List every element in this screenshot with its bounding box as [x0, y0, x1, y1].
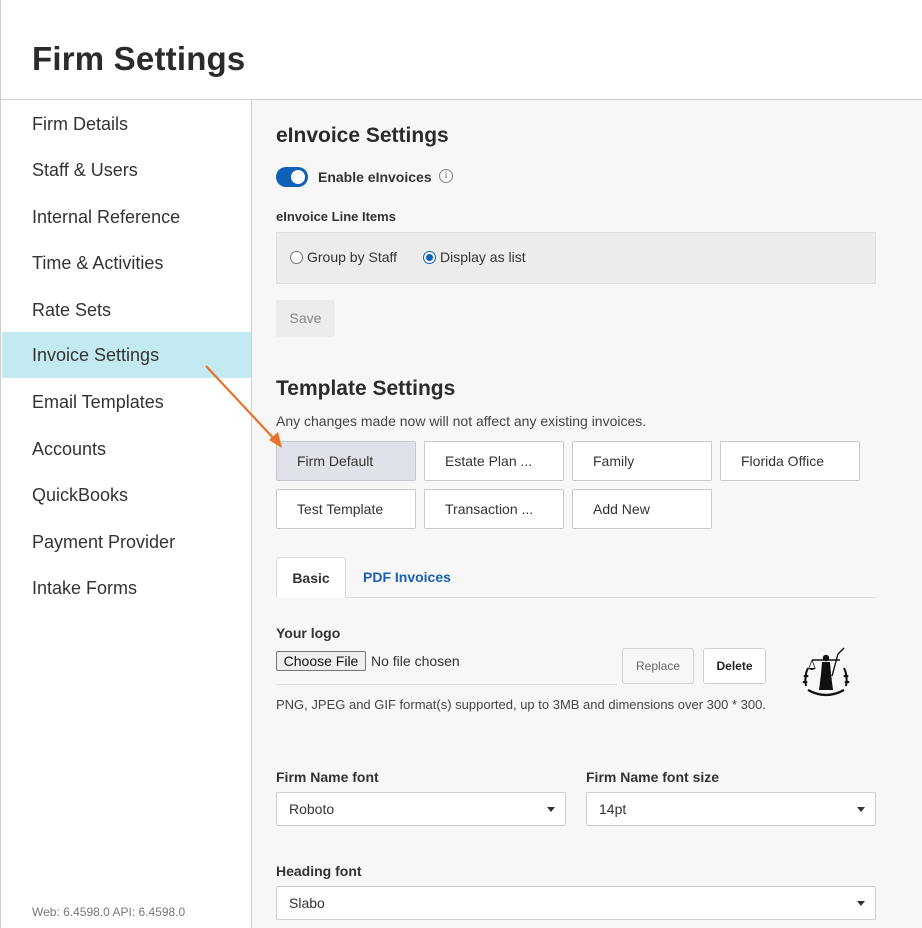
sidebar-item-rate-sets[interactable]: Rate Sets	[2, 287, 251, 333]
sidebar-item-accounts[interactable]: Accounts	[2, 426, 251, 472]
line-items-label: eInvoice Line Items	[276, 209, 396, 224]
file-status-text: No file chosen	[371, 653, 460, 669]
line-items-options: Group by Staff Display as list	[276, 232, 876, 284]
page-title: Firm Settings	[32, 40, 246, 77]
firm-logo-image	[802, 647, 850, 697]
enable-einvoices-label: Enable eInvoices	[318, 169, 432, 185]
template-family[interactable]: Family	[572, 441, 712, 481]
logo-format-hint: PNG, JPEG and GIF format(s) supported, u…	[276, 697, 766, 712]
display-as-list-label[interactable]: Display as list	[440, 249, 526, 265]
replace-logo-button[interactable]: Replace	[622, 648, 694, 684]
save-button[interactable]: Save	[276, 300, 335, 337]
window-frame: Firm Settings Firm Details Staff & Users…	[0, 0, 922, 928]
template-transaction[interactable]: Transaction ...	[424, 489, 564, 529]
delete-logo-button[interactable]: Delete	[703, 648, 766, 684]
sidebar-item-intake-forms[interactable]: Intake Forms	[2, 565, 251, 611]
sidebar-item-quickbooks[interactable]: QuickBooks	[2, 472, 251, 518]
choose-file-button[interactable]: Choose File	[276, 651, 366, 671]
sidebar-item-invoice-settings[interactable]: Invoice Settings	[2, 332, 251, 378]
einvoice-settings-heading: eInvoice Settings	[276, 124, 449, 147]
template-florida-office[interactable]: Florida Office	[720, 441, 860, 481]
tab-basic[interactable]: Basic	[276, 557, 346, 598]
chevron-down-icon	[857, 901, 865, 906]
version-text: Web: 6.4598.0 API: 6.4598.0	[32, 905, 186, 919]
sidebar-item-email-templates[interactable]: Email Templates	[2, 379, 251, 425]
heading-font-value: Slabo	[289, 895, 325, 911]
enable-einvoices-toggle[interactable]	[276, 167, 308, 187]
template-test-template[interactable]: Test Template	[276, 489, 416, 529]
sidebar-item-firm-details[interactable]: Firm Details	[2, 101, 251, 147]
add-new-template-button[interactable]: Add New	[572, 489, 712, 529]
sidebar-item-time-activities[interactable]: Time & Activities	[2, 240, 251, 286]
template-estate-plan[interactable]: Estate Plan ...	[424, 441, 564, 481]
template-firm-default[interactable]: Firm Default	[276, 441, 416, 481]
sidebar-item-staff-users[interactable]: Staff & Users	[2, 147, 251, 193]
firm-name-size-select[interactable]: 14pt	[586, 792, 876, 826]
template-note: Any changes made now will not affect any…	[276, 413, 647, 429]
sidebar-item-payment-provider[interactable]: Payment Provider	[2, 519, 251, 565]
settings-sidebar: Firm Details Staff & Users Internal Refe…	[2, 100, 252, 928]
main-content: eInvoice Settings Enable eInvoices i eIn…	[252, 100, 922, 928]
heading-font-label: Heading font	[276, 863, 362, 879]
your-logo-label: Your logo	[276, 625, 341, 641]
firm-name-size-value: 14pt	[599, 801, 627, 817]
chevron-down-icon	[857, 807, 865, 812]
firm-name-font-select[interactable]: Roboto	[276, 792, 566, 826]
heading-font-select[interactable]: Slabo	[276, 886, 876, 920]
group-by-staff-radio[interactable]	[290, 251, 303, 264]
sidebar-item-internal-reference[interactable]: Internal Reference	[2, 194, 251, 240]
firm-name-font-label: Firm Name font	[276, 769, 379, 785]
file-input-underline	[276, 684, 617, 685]
display-as-list-radio[interactable]	[423, 251, 436, 264]
toggle-knob	[291, 170, 305, 184]
chevron-down-icon	[547, 807, 555, 812]
tab-pdf-invoices[interactable]: PDF Invoices	[363, 557, 451, 598]
page-header: Firm Settings	[1, 0, 922, 100]
info-icon[interactable]: i	[439, 169, 453, 183]
firm-name-font-value: Roboto	[289, 801, 335, 817]
template-settings-heading: Template Settings	[276, 377, 456, 400]
firm-name-size-label: Firm Name font size	[586, 769, 720, 785]
group-by-staff-label[interactable]: Group by Staff	[307, 249, 397, 265]
